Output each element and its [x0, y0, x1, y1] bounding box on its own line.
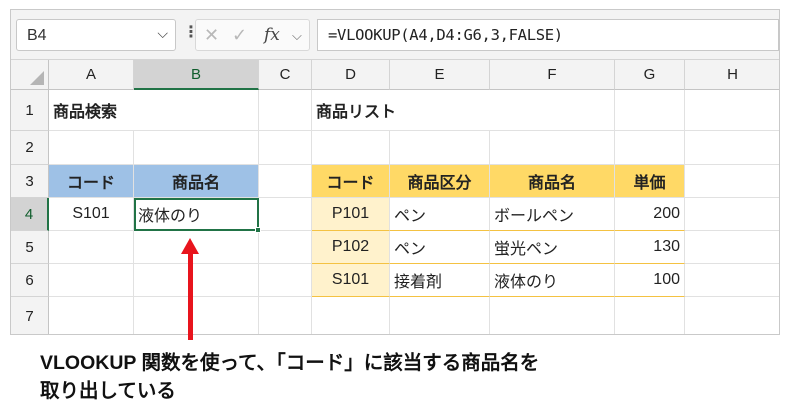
cell-a7[interactable] — [49, 297, 134, 334]
cell-f6[interactable]: 液体のり — [490, 264, 615, 297]
name-box[interactable]: B4 ⌵ — [16, 19, 176, 51]
cell-f2[interactable] — [490, 131, 615, 165]
cell-d4[interactable]: P101 — [312, 198, 390, 231]
cell-h4[interactable] — [685, 198, 779, 231]
cell-h5[interactable] — [685, 231, 779, 264]
enter-icon[interactable]: ✓ — [232, 25, 247, 46]
select-all-button[interactable] — [11, 60, 49, 90]
cell-e2[interactable] — [390, 131, 490, 165]
annotation-caption: VLOOKUP 関数を使って、「コード」に該当する商品名を 取り出している — [40, 349, 539, 405]
cell-f5[interactable]: 蛍光ペン — [490, 231, 615, 264]
cell-h1[interactable] — [685, 90, 779, 131]
cell-h3[interactable] — [685, 165, 779, 198]
cell-e4[interactable]: ペン — [390, 198, 490, 231]
cell-g3[interactable]: 単価 — [615, 165, 685, 198]
cell-d2[interactable] — [312, 131, 390, 165]
chevron-down-icon[interactable]: ⌵ — [157, 25, 168, 42]
row-header-4[interactable]: 4 — [11, 198, 49, 231]
cell-g5[interactable]: 130 — [615, 231, 685, 264]
cell-d6[interactable]: S101 — [312, 264, 390, 297]
cell-c7[interactable] — [259, 297, 312, 334]
column-header-a[interactable]: A — [49, 60, 134, 90]
cell-a5[interactable] — [49, 231, 134, 264]
cell-f7[interactable] — [490, 297, 615, 334]
formula-text: =VLOOKUP(A4,D4:G6,3,FALSE) — [328, 26, 563, 44]
cell-d5[interactable]: P102 — [312, 231, 390, 264]
cell-d7[interactable] — [312, 297, 390, 334]
column-header-d[interactable]: D — [312, 60, 390, 90]
cell-c1[interactable] — [259, 90, 312, 131]
cell-c3[interactable] — [259, 165, 312, 198]
spreadsheet-window: B4 ⌵ ⋮ ✕ ✓ fx ⌵ =VLOOKUP(A4,D4:G6,3,FALS… — [10, 9, 780, 335]
cell-h2[interactable] — [685, 131, 779, 165]
cell-e7[interactable] — [390, 297, 490, 334]
cell-g6[interactable]: 100 — [615, 264, 685, 297]
cell-e5[interactable]: ペン — [390, 231, 490, 264]
column-header-h[interactable]: H — [685, 60, 779, 90]
cell-f4[interactable]: ボールペン — [490, 198, 615, 231]
column-header-b[interactable]: B — [134, 60, 259, 90]
cell-d1[interactable]: 商品リスト — [312, 90, 615, 131]
cell-c6[interactable] — [259, 264, 312, 297]
annotation-line-1: VLOOKUP 関数を使って、「コード」に該当する商品名を — [40, 352, 540, 374]
formula-controls: ✕ ✓ fx ⌵ — [195, 19, 310, 51]
cell-g1[interactable] — [615, 90, 685, 131]
column-header-f[interactable]: F — [490, 60, 615, 90]
cell-c4[interactable] — [259, 198, 312, 231]
row-header-5[interactable]: 5 — [11, 231, 49, 264]
cell-b6[interactable] — [134, 264, 259, 297]
cell-b4[interactable]: 液体のり — [134, 198, 259, 231]
cell-c5[interactable] — [259, 231, 312, 264]
fill-handle[interactable] — [255, 227, 261, 233]
cell-g7[interactable] — [615, 297, 685, 334]
name-box-value: B4 — [27, 27, 47, 44]
cell-g4[interactable]: 200 — [615, 198, 685, 231]
annotation-arrow-shaft — [188, 251, 193, 340]
column-header-c[interactable]: C — [259, 60, 312, 90]
select-all-icon — [30, 71, 44, 85]
row-header-3[interactable]: 3 — [11, 165, 49, 198]
cell-h6[interactable] — [685, 264, 779, 297]
cell-e3[interactable]: 商品区分 — [390, 165, 490, 198]
cell-f3[interactable]: 商品名 — [490, 165, 615, 198]
row-header-6[interactable]: 6 — [11, 264, 49, 297]
row-header-7[interactable]: 7 — [11, 297, 49, 334]
cancel-icon[interactable]: ✕ — [204, 25, 219, 46]
cell-h7[interactable] — [685, 297, 779, 334]
column-header-g[interactable]: G — [615, 60, 685, 90]
annotation-line-2: 取り出している — [40, 380, 176, 402]
formula-input[interactable]: =VLOOKUP(A4,D4:G6,3,FALSE) — [317, 19, 779, 51]
cell-c2[interactable] — [259, 131, 312, 165]
cell-g2[interactable] — [615, 131, 685, 165]
cell-e6[interactable]: 接着剤 — [390, 264, 490, 297]
cell-b2[interactable] — [134, 131, 259, 165]
cell-d3[interactable]: コード — [312, 165, 390, 198]
cell-a3[interactable]: コード — [49, 165, 134, 198]
formula-bar: B4 ⌵ ⋮ ✕ ✓ fx ⌵ =VLOOKUP(A4,D4:G6,3,FALS… — [11, 10, 779, 60]
cell-b3[interactable]: 商品名 — [134, 165, 259, 198]
cell-a6[interactable] — [49, 264, 134, 297]
cell-a4[interactable]: S101 — [49, 198, 134, 231]
chevron-down-icon[interactable]: ⌵ — [292, 28, 302, 44]
column-header-e[interactable]: E — [390, 60, 490, 90]
insert-function-icon[interactable]: fx — [264, 25, 280, 45]
cell-a1[interactable]: 商品検索 — [49, 90, 259, 131]
cell-b7[interactable] — [134, 297, 259, 334]
row-header-2[interactable]: 2 — [11, 131, 49, 165]
row-header-1[interactable]: 1 — [11, 90, 49, 131]
cell-a2[interactable] — [49, 131, 134, 165]
